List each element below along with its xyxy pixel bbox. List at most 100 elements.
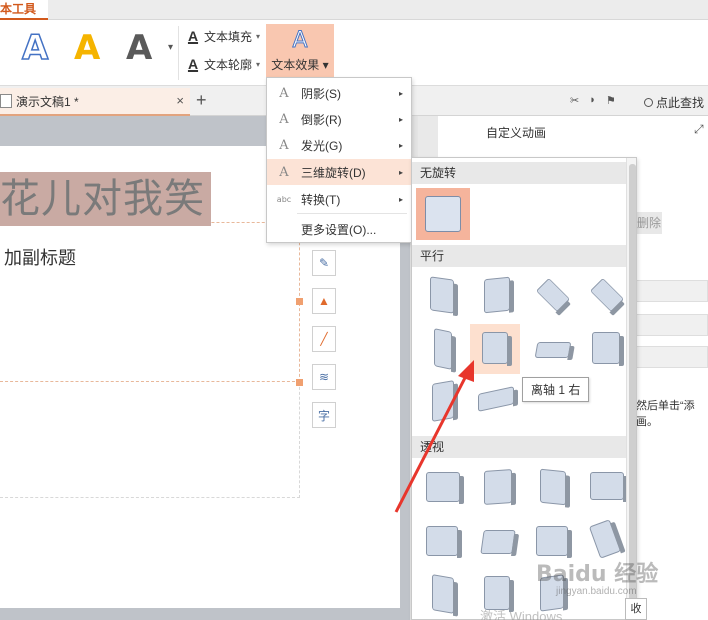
document-title: 演示文稿1 * xyxy=(16,94,79,109)
transform-icon: abc xyxy=(276,194,292,204)
fill-bucket-icon[interactable]: ▲ xyxy=(312,288,336,314)
preset-parallel[interactable] xyxy=(418,270,468,320)
menu-item-label: 发光(G) xyxy=(301,138,343,153)
preset-parallel[interactable] xyxy=(582,324,632,374)
chevron-right-icon: ▸ xyxy=(398,140,403,150)
section-parallel: 平行 xyxy=(412,245,626,267)
menu-item-label: 阴影(S) xyxy=(301,86,341,101)
text-effect-button[interactable]: A 文本效果 ▾ xyxy=(266,24,334,84)
section-no-rotation: 无旋转 xyxy=(412,162,626,184)
preset-perspective[interactable] xyxy=(418,516,468,566)
menu-item-label: 三维旋转(D) xyxy=(301,165,366,180)
preset-perspective[interactable] xyxy=(528,462,578,512)
flag-icon[interactable]: ⚑ xyxy=(606,94,616,107)
ribbon-tab-strip: 本工具 xyxy=(0,0,708,20)
menu-item-label: 转换(T) xyxy=(301,192,341,207)
pane-title[interactable]: 自定义动画 xyxy=(486,124,546,141)
preset-parallel[interactable] xyxy=(528,324,578,374)
text-style-outline-blue[interactable]: A xyxy=(21,27,49,69)
section-perspective: 透视 xyxy=(412,436,626,458)
preset-perspective[interactable] xyxy=(474,462,524,512)
preset-perspective[interactable] xyxy=(418,568,468,618)
menu-item-transform[interactable]: abc 转换(T) ▸ xyxy=(267,186,411,212)
search-label: 点此查找 xyxy=(656,96,705,110)
document-tab[interactable]: 演示文稿1 * × xyxy=(0,88,190,116)
preset-perspective[interactable] xyxy=(418,462,468,512)
chevron-down-icon: ▾ xyxy=(322,58,329,72)
slide-title-text[interactable]: 花儿对我笑 xyxy=(0,172,211,226)
preset-parallel[interactable] xyxy=(474,270,524,320)
tab-text-tools[interactable]: 本工具 xyxy=(0,0,48,20)
menu-item-reflection[interactable]: A 倒影(R) ▸ xyxy=(267,106,411,132)
delete-button[interactable]: 删除 xyxy=(636,212,662,234)
collapse-icon[interactable]: ⤢ xyxy=(694,122,704,137)
text-style-gray[interactable]: A xyxy=(126,28,152,68)
scrollbar-thumb[interactable] xyxy=(629,164,636,614)
document-icon xyxy=(0,94,12,108)
close-icon[interactable]: × xyxy=(176,93,184,108)
chevron-right-icon: ▸ xyxy=(398,114,403,124)
text-effect-label: 文本效果 xyxy=(271,58,320,72)
preset-off-axis-1-right[interactable] xyxy=(470,324,520,374)
edit-shape-icon[interactable]: ✎ xyxy=(312,250,336,276)
text-wrap-icon[interactable]: 字 xyxy=(312,402,336,428)
pane-field[interactable] xyxy=(636,346,708,368)
search-box[interactable]: 点此查找 xyxy=(644,94,704,111)
preset-tooltip: 离轴 1 右 xyxy=(522,377,590,402)
reflection-icon: A xyxy=(279,111,289,127)
text-effect-menu: A 阴影(S) ▸ A 倒影(R) ▸ A 发光(G) ▸ A 三维旋转(D) … xyxy=(266,77,412,243)
preset-parallel[interactable] xyxy=(418,324,468,374)
cut-icon[interactable]: ✂ xyxy=(570,94,579,107)
chevron-right-icon: ▸ xyxy=(398,167,403,177)
chevron-right-icon: ▸ xyxy=(398,194,403,204)
text-outline-label: 文本轮廓 xyxy=(204,57,253,72)
preset-parallel[interactable] xyxy=(582,270,632,320)
slide-subtitle-text[interactable]: 加副标题 xyxy=(4,244,76,270)
chevron-down-icon: ▾ xyxy=(256,59,261,69)
text-fill-button[interactable]: A 文本填充 ▾ xyxy=(186,26,260,46)
resize-handle[interactable] xyxy=(296,379,303,386)
activation-notice: 激活 Windows xyxy=(480,609,563,620)
preset-parallel[interactable] xyxy=(528,270,578,320)
outline-pen-icon[interactable]: ╱ xyxy=(312,326,336,352)
3d-rotation-icon: A xyxy=(279,164,289,180)
pane-field[interactable] xyxy=(636,314,708,336)
pane-hint-line: 然后单击“添 xyxy=(636,400,695,412)
text-outline-icon: A xyxy=(187,56,199,72)
menu-item-more-settings[interactable]: 更多设置(O)... xyxy=(267,216,411,242)
pane-hint-line: 画。 xyxy=(636,416,658,428)
search-icon xyxy=(644,98,653,107)
preset-parallel[interactable] xyxy=(472,376,522,426)
glow-icon: A xyxy=(279,137,289,153)
text-fill-label: 文本填充 xyxy=(204,29,253,44)
menu-item-3d-rotation[interactable]: A 三维旋转(D) ▸ xyxy=(267,159,411,185)
gallery-more-button[interactable]: ▾ xyxy=(168,42,173,53)
menu-item-label: 倒影(R) xyxy=(301,112,342,127)
text-outline-button[interactable]: A 文本轮廓 ▾ xyxy=(186,54,260,74)
preset-perspective[interactable] xyxy=(582,462,632,512)
text-fill-icon: A xyxy=(187,28,199,44)
menu-divider xyxy=(297,213,407,214)
collapse-button[interactable]: 收 xyxy=(625,598,647,620)
text-style-gold[interactable]: A xyxy=(74,28,100,68)
watermark-logo: Baidu 经验 xyxy=(536,562,659,587)
watermark-url: jingyan.baidu.com xyxy=(556,586,637,597)
chevron-right-icon: ▸ xyxy=(398,88,403,98)
menu-item-label: 更多设置(O)... xyxy=(301,222,377,237)
subtitle-placeholder[interactable] xyxy=(0,382,300,498)
resize-handle[interactable] xyxy=(296,298,303,305)
new-tab-button[interactable]: + xyxy=(196,90,207,111)
menu-item-glow[interactable]: A 发光(G) ▸ xyxy=(267,132,411,158)
gallery-scrollbar[interactable] xyxy=(626,158,636,619)
pane-field[interactable] xyxy=(636,280,708,302)
layers-icon[interactable]: ≋ xyxy=(312,364,336,390)
floating-toolbar: ✎ ▲ ╱ ≋ 字 xyxy=(312,250,336,428)
shadow-icon: A xyxy=(279,85,289,101)
preset-preview xyxy=(425,196,461,232)
menu-item-shadow[interactable]: A 阴影(S) ▸ xyxy=(267,80,411,106)
pane-hint: 然后单击“添 画。 xyxy=(636,398,695,430)
preset-parallel[interactable] xyxy=(418,376,468,426)
preset-no-rotation[interactable] xyxy=(416,188,470,240)
shape-icon[interactable]: ◗ xyxy=(589,94,596,107)
preset-perspective[interactable] xyxy=(474,516,524,566)
